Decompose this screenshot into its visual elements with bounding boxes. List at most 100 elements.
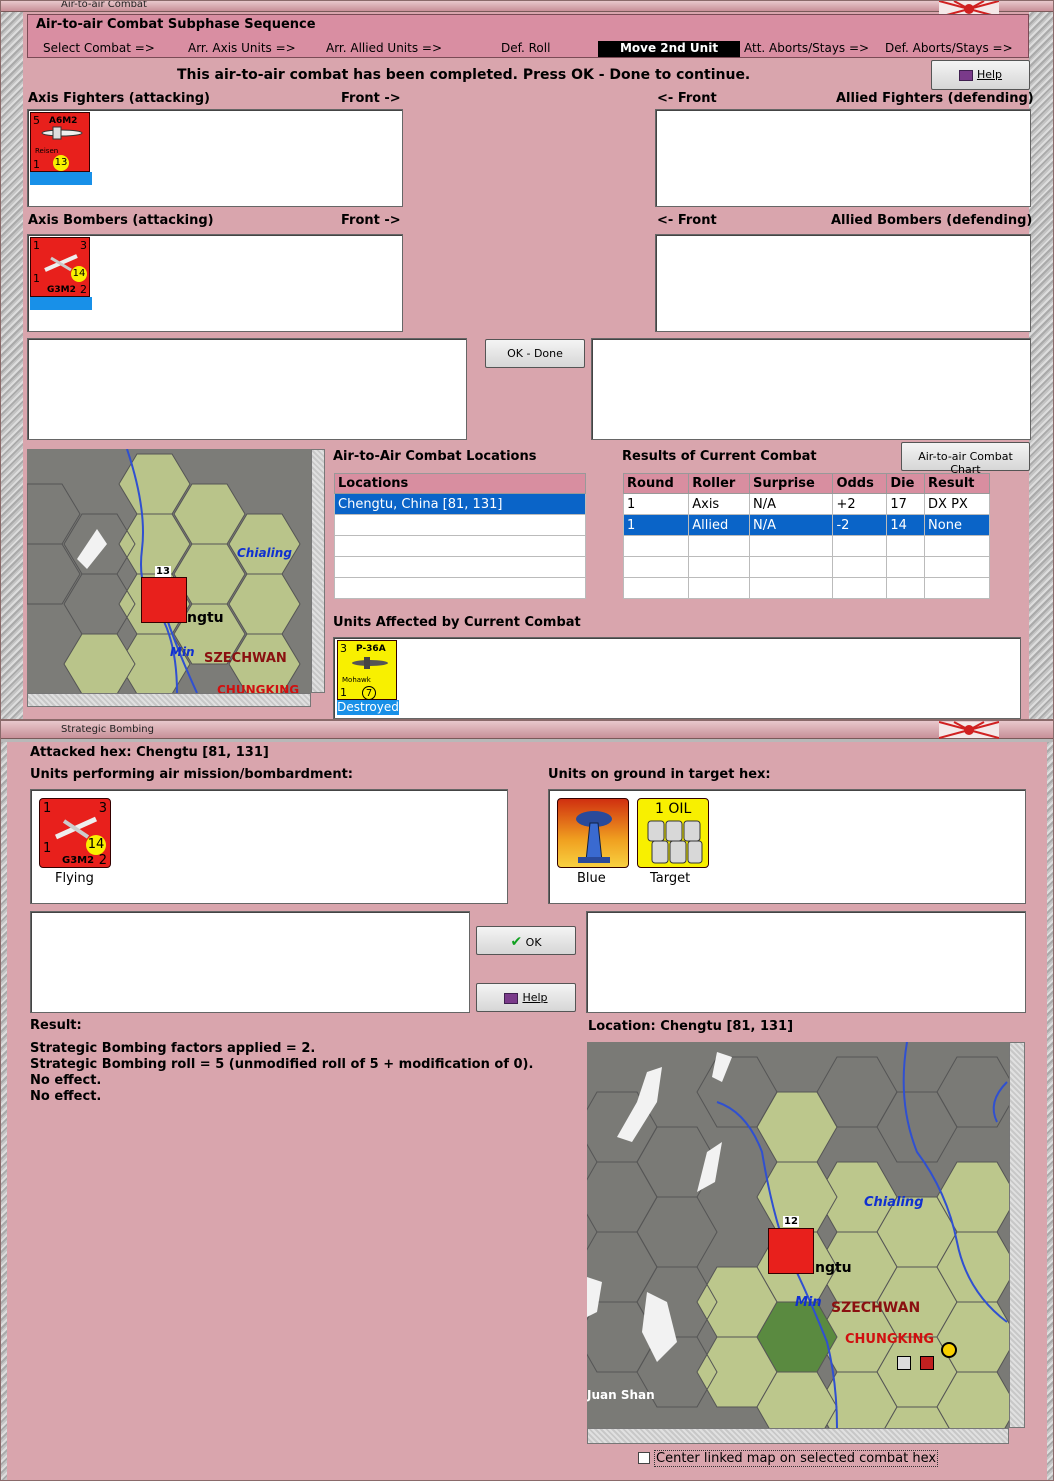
cell: Axis	[688, 493, 751, 515]
allied-bombers-pane[interactable]	[655, 234, 1031, 332]
oil-target-counter[interactable]: 1 OIL	[637, 798, 709, 868]
counter-range-circle: 7	[362, 686, 376, 700]
help-button[interactable]: Help	[931, 60, 1030, 90]
cell: 17	[886, 493, 926, 515]
ground-units-label: Units on ground in target hex:	[548, 767, 771, 782]
completion-message: This air-to-air combat has been complete…	[177, 67, 751, 83]
blue-unit-label: Blue	[577, 871, 606, 886]
map-bomber-counter[interactable]	[768, 1228, 814, 1274]
result-line-3: No effect.	[30, 1073, 102, 1088]
map-stack-count: 13	[155, 566, 171, 577]
bomb-left-message-pane	[30, 911, 470, 1013]
bomb-map-hscroll[interactable]	[587, 1428, 1009, 1444]
map-label-juan-shan: Juan Shan	[587, 1388, 655, 1402]
counter-subname: Mohawk	[342, 676, 371, 684]
locations-title: Air-to-Air Combat Locations	[333, 449, 537, 464]
counter-top-right: 3	[80, 239, 87, 252]
axis-bombers-pane[interactable]: 1 3 14 1 G3M2 2	[27, 234, 403, 332]
rail-marker-icon	[920, 1356, 934, 1370]
allied-fighters-label: Allied Fighters (defending)	[836, 91, 1034, 106]
counter-bottom-right: 2	[98, 853, 107, 868]
result-line-2: Strategic Bombing roll = 5 (unmodified r…	[30, 1057, 534, 1072]
axis-fighters-pane[interactable]: 5 A6M2 Reisen 1 13	[27, 109, 403, 207]
map-label-chengtu: ngtu	[187, 610, 224, 626]
cell: 1	[622, 514, 690, 536]
left-frame	[1, 739, 7, 1480]
map-hscroll[interactable]	[27, 693, 311, 707]
combat-map-view[interactable]: Chialing ngtu Min SZECHWAN CHUNGKING 13	[27, 449, 311, 693]
step-select-combat: Select Combat =>	[43, 41, 155, 55]
bombing-map-view[interactable]: Chialing ngtu Min SZECHWAN CHUNGKING Jua…	[587, 1042, 1009, 1428]
bomb-right-message-pane	[586, 911, 1026, 1013]
counter-bottom-left: 1	[43, 841, 52, 856]
ok-label: OK	[525, 936, 542, 949]
result-label: Result:	[30, 1018, 82, 1033]
locations-table[interactable]: Locations Chengtu, China [81, 131]	[334, 473, 586, 599]
combat-chart-button[interactable]: Air-to-air Combat Chart	[901, 442, 1030, 476]
location-cell: Chengtu, China [81, 131]	[334, 493, 586, 515]
location-row[interactable]: Chengtu, China [81, 131]	[334, 493, 586, 515]
blue-unit-counter[interactable]	[557, 798, 629, 868]
performing-units-pane[interactable]: 1 3 14 1 G3M2 2 Flying	[30, 789, 508, 904]
sequence-title: Air-to-air Combat Subphase Sequence	[36, 17, 316, 32]
air-combat-titlebar[interactable]: Air-to-air Combat	[1, 1, 1053, 12]
bomb-title-separator	[1, 739, 1053, 742]
front-arrow-right: Front ->	[341, 91, 401, 106]
header-result: Result	[924, 473, 990, 494]
allied-fighters-pane[interactable]	[655, 109, 1031, 207]
cell: DX PX	[924, 493, 990, 515]
air-combat-window: Air-to-air Combat Air-to-air Combat Subp…	[0, 0, 1054, 720]
counter-type: G3M2	[62, 855, 95, 866]
map-label-szechwan: SZECHWAN	[204, 651, 287, 666]
counter-range-circle: 14	[71, 266, 87, 282]
axis-bombers-label: Axis Bombers (attacking)	[28, 213, 214, 228]
counter-blue-strip	[30, 172, 92, 185]
counter-blue-strip	[30, 297, 92, 310]
results-table[interactable]: Round Roller Surprise Odds Die Result 1 …	[622, 473, 990, 599]
header-die: Die	[886, 473, 926, 494]
window-title: Air-to-air Combat	[61, 0, 147, 10]
axis-fighters-label: Axis Fighters (attacking)	[28, 91, 210, 106]
center-map-label[interactable]: Center linked map on selected combat hex	[654, 1450, 939, 1467]
ok-button[interactable]: ✔ OK	[476, 926, 576, 955]
ground-units-pane[interactable]: Blue 1 OIL Target	[548, 789, 1026, 904]
front-arrow-left: <- Front	[657, 91, 717, 106]
affected-title: Units Affected by Current Combat	[333, 615, 581, 630]
ok-done-button[interactable]: OK - Done	[485, 339, 585, 368]
help-book-icon	[958, 69, 973, 81]
counter-bottom-left: 1	[33, 158, 40, 171]
center-map-checkbox[interactable]	[638, 1452, 650, 1464]
help-button[interactable]: Help	[476, 983, 576, 1012]
map-label-chungking: CHUNGKING	[217, 683, 300, 693]
bombing-titlebar[interactable]: Strategic Bombing	[1, 721, 1053, 739]
step-def-roll: Def. Roll	[501, 41, 551, 55]
results-title: Results of Current Combat	[622, 449, 817, 464]
counter-top-right: 3	[98, 801, 107, 816]
map-stack-counter[interactable]	[141, 577, 187, 623]
step-att-aborts: Att. Aborts/Stays =>	[744, 41, 870, 55]
step-def-aborts: Def. Aborts/Stays =>	[885, 41, 1013, 55]
header-odds: Odds	[832, 473, 888, 494]
counter-top-left: 1	[33, 239, 40, 252]
a6m2-fighter-counter[interactable]: 5 A6M2 Reisen 1 13	[30, 112, 90, 172]
results-row[interactable]: 1 Allied N/A -2 14 None	[622, 514, 990, 536]
g3m2-bomber-counter[interactable]: 1 3 14 1 G3M2 2	[30, 237, 90, 297]
bomber-status: Flying	[55, 871, 94, 886]
result-line-4: No effect.	[30, 1089, 102, 1104]
affected-units-pane[interactable]: 3 P-36A Mohawk 1 7 Destroyed	[333, 637, 1021, 719]
results-row[interactable]: 1 Axis N/A +2 17 DX PX	[622, 493, 990, 515]
map-vscroll[interactable]	[311, 449, 325, 693]
cell: +2	[832, 493, 888, 515]
map-label-chungking: CHUNGKING	[845, 1332, 934, 1347]
g3m2-bomber-counter[interactable]: 1 3 14 1 G3M2 2	[39, 798, 111, 868]
header-round: Round	[622, 473, 690, 494]
map-label-chengtu: ngtu	[815, 1260, 852, 1276]
cell: None	[924, 514, 990, 536]
destroyed-status: Destroyed	[337, 700, 399, 715]
checkmark-icon: ✔	[510, 934, 523, 950]
p36a-counter[interactable]: 3 P-36A Mohawk 1 7	[337, 640, 397, 700]
city-marker-icon	[941, 1342, 957, 1358]
bomb-map-vscroll[interactable]	[1009, 1042, 1025, 1428]
counter-type: G3M2	[47, 285, 76, 295]
header-roller: Roller	[688, 473, 751, 494]
